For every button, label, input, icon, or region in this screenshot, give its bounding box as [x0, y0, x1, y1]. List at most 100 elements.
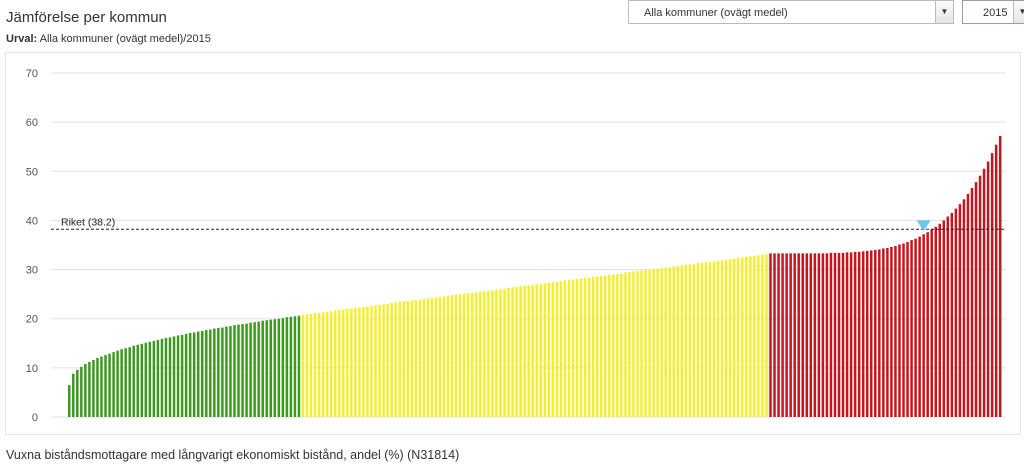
bar — [305, 314, 309, 417]
bar — [612, 274, 615, 417]
bar — [853, 251, 857, 417]
bar — [370, 305, 373, 417]
bar — [845, 252, 849, 417]
bar — [249, 322, 252, 417]
bar — [491, 290, 494, 417]
bar — [289, 316, 293, 417]
bar — [362, 306, 365, 417]
bar — [418, 299, 422, 417]
bar — [527, 285, 530, 417]
bar — [745, 256, 748, 417]
bar — [475, 292, 478, 417]
bar — [434, 297, 438, 417]
bar — [539, 283, 543, 417]
bar — [559, 281, 563, 417]
bar — [865, 250, 869, 417]
bar — [354, 307, 357, 417]
bar — [108, 353, 111, 417]
bar — [849, 252, 853, 417]
bar — [841, 252, 845, 417]
bar — [910, 240, 913, 417]
bar — [333, 310, 337, 417]
bar — [640, 270, 643, 417]
y-tick-label: 50 — [26, 166, 38, 178]
bar — [878, 249, 881, 417]
indicator-caption: Vuxna biståndsmottagare med långvarigt e… — [6, 448, 460, 462]
bar — [241, 324, 244, 417]
bar — [487, 290, 490, 417]
bar — [966, 193, 970, 417]
bar — [861, 251, 865, 417]
bar — [358, 307, 361, 417]
bar — [281, 318, 285, 417]
bar — [144, 342, 148, 417]
bar — [382, 304, 385, 417]
bar — [789, 253, 792, 417]
kommun-select[interactable]: Alla kommuner (ovägt medel) ▼ — [628, 0, 954, 24]
bar — [817, 253, 821, 417]
bar — [874, 249, 877, 417]
bar — [591, 276, 595, 417]
bar — [132, 345, 135, 417]
bar — [398, 302, 401, 417]
bar — [950, 213, 954, 417]
bar — [176, 335, 180, 417]
bar — [386, 303, 389, 417]
bar — [761, 254, 764, 417]
bar — [68, 385, 71, 417]
bar — [942, 220, 946, 417]
bar — [217, 328, 220, 417]
bar — [96, 358, 99, 417]
bar — [724, 259, 728, 417]
bar — [870, 250, 873, 417]
bar — [587, 277, 591, 417]
bar — [72, 373, 75, 417]
chevron-down-icon[interactable]: ▼ — [935, 1, 953, 23]
bar — [781, 253, 784, 417]
chevron-down-icon[interactable]: ▼ — [1013, 1, 1024, 23]
bar — [88, 361, 91, 417]
bar — [483, 291, 486, 417]
bar — [350, 308, 353, 417]
bar — [414, 300, 418, 417]
bar — [737, 257, 740, 417]
bar — [309, 313, 313, 417]
bar — [209, 329, 212, 417]
bar — [922, 234, 925, 417]
bar — [902, 243, 905, 417]
bar — [140, 343, 144, 417]
bar — [233, 325, 236, 417]
y-tick-label: 60 — [26, 117, 38, 129]
bar — [660, 268, 663, 417]
bar — [277, 318, 281, 417]
bar — [338, 309, 341, 417]
year-select[interactable]: 2015 ▼ — [962, 0, 1024, 24]
bar — [918, 236, 921, 417]
bar — [696, 263, 700, 417]
bar — [644, 270, 647, 417]
bar — [652, 269, 655, 417]
y-tick-label: 70 — [26, 68, 38, 80]
bar — [313, 313, 317, 417]
bar — [720, 260, 724, 417]
bar — [571, 279, 575, 417]
bar — [76, 369, 79, 417]
bar — [825, 253, 829, 417]
bar — [946, 216, 950, 417]
bar — [112, 352, 115, 417]
bar — [579, 278, 583, 417]
y-tick-label: 40 — [26, 215, 38, 227]
bar — [531, 284, 534, 417]
bar — [225, 326, 228, 417]
bar — [346, 308, 349, 417]
bar — [523, 285, 526, 417]
bar — [285, 317, 289, 417]
bar — [934, 226, 937, 417]
bar — [777, 253, 780, 417]
page-title: Jämförelse per kommun — [6, 9, 167, 26]
bar — [813, 253, 817, 417]
bar — [152, 340, 156, 417]
bar — [450, 295, 454, 417]
bar — [237, 324, 240, 417]
bar — [837, 252, 841, 417]
